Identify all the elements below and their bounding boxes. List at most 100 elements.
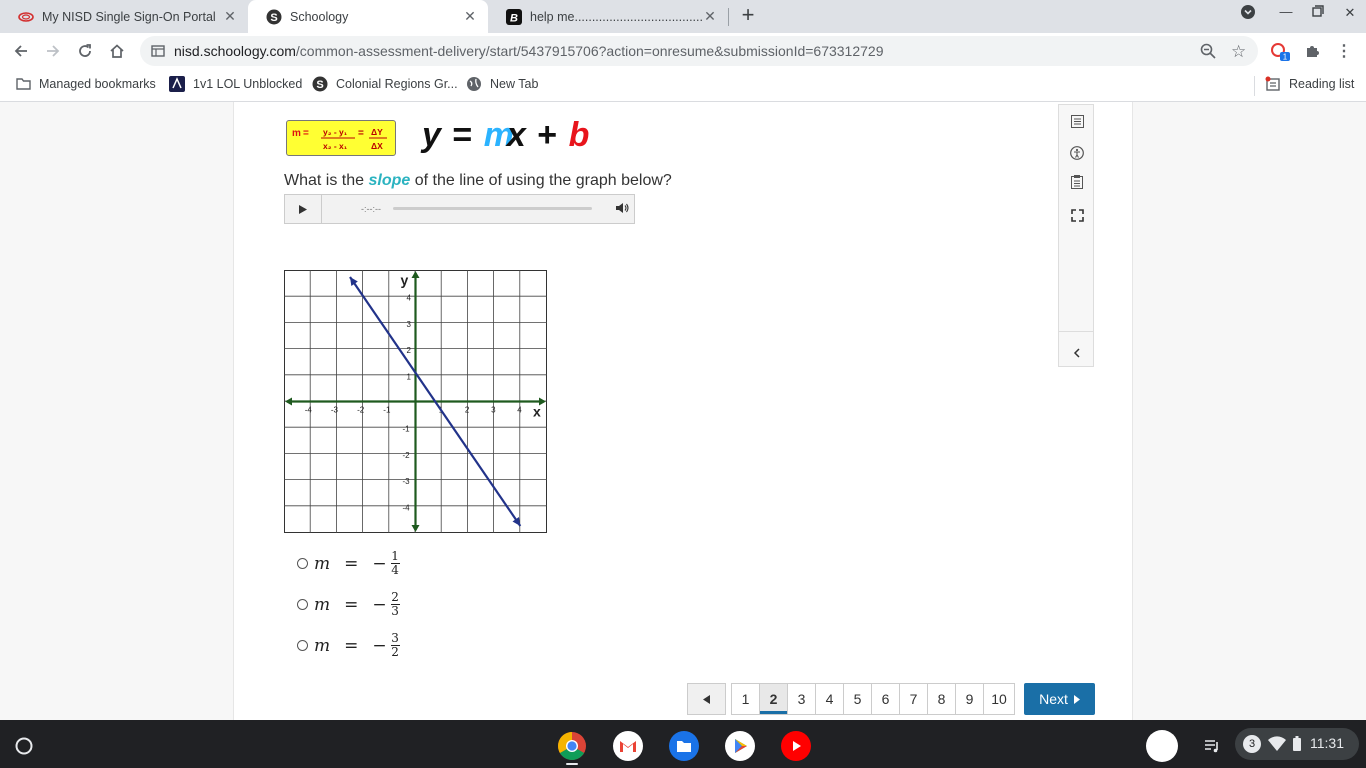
reload-icon[interactable] bbox=[73, 39, 97, 63]
page-button-10[interactable]: 10 bbox=[983, 683, 1015, 715]
tab-nisd-portal[interactable]: My NISD Single Sign-On Portal ✕ bbox=[0, 0, 248, 33]
svg-text:S: S bbox=[316, 79, 323, 91]
tab-search-icon[interactable] bbox=[1236, 5, 1260, 22]
question-before: What is the bbox=[284, 172, 365, 189]
close-window-icon[interactable]: ✕ bbox=[1338, 5, 1362, 21]
audio-time: -:--:-- bbox=[361, 204, 381, 214]
bookmark-star-icon[interactable]: ☆ bbox=[1231, 42, 1246, 62]
play-store-icon[interactable] bbox=[724, 730, 756, 762]
choice-eq: = bbox=[344, 594, 359, 615]
svg-text:=: = bbox=[303, 128, 309, 139]
schoology-icon: S bbox=[312, 76, 328, 92]
fullscreen-icon[interactable] bbox=[1068, 206, 1086, 224]
x-tick-label: 3 bbox=[491, 406, 496, 415]
minimize-icon[interactable]: — bbox=[1274, 4, 1298, 19]
battery-icon bbox=[1293, 736, 1301, 754]
fraction-numerator: 1 bbox=[391, 549, 399, 563]
choice-lhs: m bbox=[314, 553, 331, 574]
brainly-favicon: B bbox=[506, 8, 522, 25]
reading-list-button[interactable]: Reading list bbox=[1265, 76, 1354, 92]
tab-schoology[interactable]: S Schoology ✕ bbox=[248, 0, 488, 33]
notification-count-badge[interactable]: 3 bbox=[1243, 735, 1261, 753]
radio-button[interactable] bbox=[297, 599, 308, 610]
choice-2[interactable]: m = − 23 bbox=[297, 591, 400, 618]
user-avatar[interactable] bbox=[1146, 730, 1178, 762]
close-tab-icon[interactable]: ✕ bbox=[462, 8, 478, 25]
nisd-favicon bbox=[18, 9, 34, 25]
tab-brainly[interactable]: B help me...............................… bbox=[488, 0, 728, 33]
choice-sign: − bbox=[372, 553, 387, 574]
page-button-8[interactable]: 8 bbox=[927, 683, 956, 715]
eq-x: x bbox=[506, 116, 527, 154]
site-info-icon[interactable] bbox=[151, 44, 165, 61]
question-list-icon[interactable] bbox=[1068, 112, 1086, 130]
choice-1[interactable]: m = − 14 bbox=[297, 550, 400, 577]
folder-icon bbox=[15, 76, 31, 92]
assessment-tool-panel bbox=[1058, 104, 1094, 367]
choice-fraction: 14 bbox=[390, 549, 400, 577]
bookmark-newtab[interactable]: New Tab bbox=[466, 76, 538, 92]
audio-seek-bar[interactable] bbox=[393, 207, 592, 210]
y-tick-label: -3 bbox=[403, 477, 411, 486]
restore-icon[interactable] bbox=[1306, 5, 1330, 20]
gmail-icon[interactable] bbox=[612, 730, 644, 762]
collapse-panel-icon[interactable] bbox=[1068, 344, 1086, 362]
url-host: nisd.schoology.com bbox=[174, 43, 296, 59]
page-button-9[interactable]: 9 bbox=[955, 683, 984, 715]
extension-shield-icon[interactable]: 1 bbox=[1268, 39, 1292, 63]
chrome-icon[interactable] bbox=[556, 730, 588, 762]
svg-text:=: = bbox=[358, 128, 364, 139]
page-button-5[interactable]: 5 bbox=[843, 683, 872, 715]
choice-sign: − bbox=[372, 594, 387, 615]
more-menu-icon[interactable]: ⋮ bbox=[1332, 39, 1356, 63]
files-icon[interactable] bbox=[668, 730, 700, 762]
notepad-icon[interactable] bbox=[1068, 173, 1086, 191]
wifi-icon bbox=[1268, 736, 1286, 754]
youtube-icon[interactable] bbox=[780, 730, 812, 762]
play-icon[interactable] bbox=[285, 195, 322, 223]
back-arrow-icon[interactable] bbox=[9, 39, 33, 63]
question-pagination: 1 2 3 4 5 6 7 8 9 10 bbox=[687, 683, 1015, 715]
choice-3[interactable]: m = − 32 bbox=[297, 632, 400, 659]
previous-page-button[interactable] bbox=[687, 683, 726, 715]
fraction-denominator: 2 bbox=[391, 645, 399, 659]
reading-list-label: Reading list bbox=[1289, 77, 1355, 91]
fraction-denominator: 4 bbox=[391, 563, 399, 577]
next-button[interactable]: Next bbox=[1024, 683, 1095, 715]
tab-title: help me.................................… bbox=[530, 9, 702, 24]
volume-icon[interactable] bbox=[615, 202, 629, 217]
zoom-icon[interactable] bbox=[1200, 43, 1216, 62]
page-button-6[interactable]: 6 bbox=[871, 683, 900, 715]
extensions-puzzle-icon[interactable] bbox=[1300, 39, 1324, 63]
svg-text:ΔX: ΔX bbox=[371, 141, 383, 151]
media-controls-icon[interactable] bbox=[1196, 730, 1228, 762]
page-button-3[interactable]: 3 bbox=[787, 683, 816, 715]
page-buttons: 1 2 3 4 5 6 7 8 9 10 bbox=[731, 683, 1015, 715]
new-tab-plus-icon[interactable]: + bbox=[736, 4, 760, 28]
bookmark-label: Colonial Regions Gr... bbox=[336, 77, 458, 91]
close-tab-icon[interactable]: ✕ bbox=[222, 8, 238, 25]
home-icon[interactable] bbox=[105, 39, 129, 63]
page-button-2[interactable]: 2 bbox=[759, 683, 788, 715]
launcher-icon[interactable] bbox=[8, 730, 40, 762]
choice-lhs: m bbox=[314, 594, 331, 615]
bookmark-colonial[interactable]: S Colonial Regions Gr... bbox=[312, 76, 458, 92]
url-text[interactable]: nisd.schoology.com/common-assessment-del… bbox=[174, 43, 884, 59]
browser-toolbar: nisd.schoology.com/common-assessment-del… bbox=[0, 33, 1366, 69]
status-tray[interactable]: 3 11:31 bbox=[1235, 728, 1359, 760]
close-tab-icon[interactable]: ✕ bbox=[702, 8, 718, 25]
svg-text:ΔY: ΔY bbox=[371, 127, 383, 137]
tab-title: My NISD Single Sign-On Portal bbox=[42, 9, 216, 24]
page-button-1[interactable]: 1 bbox=[731, 683, 760, 715]
page-button-4[interactable]: 4 bbox=[815, 683, 844, 715]
address-bar[interactable]: nisd.schoology.com/common-assessment-del… bbox=[140, 36, 1258, 66]
bookmark-label: 1v1 LOL Unblocked bbox=[193, 77, 303, 91]
bookmark-1v1lol[interactable]: 1v1 LOL Unblocked bbox=[169, 76, 302, 92]
y-axis-label: y bbox=[401, 272, 409, 288]
forward-arrow-icon[interactable] bbox=[41, 39, 65, 63]
radio-button[interactable] bbox=[297, 558, 308, 569]
radio-button[interactable] bbox=[297, 640, 308, 651]
accessibility-icon[interactable] bbox=[1068, 144, 1086, 162]
bookmark-managed[interactable]: Managed bookmarks bbox=[15, 76, 156, 92]
page-button-7[interactable]: 7 bbox=[899, 683, 928, 715]
